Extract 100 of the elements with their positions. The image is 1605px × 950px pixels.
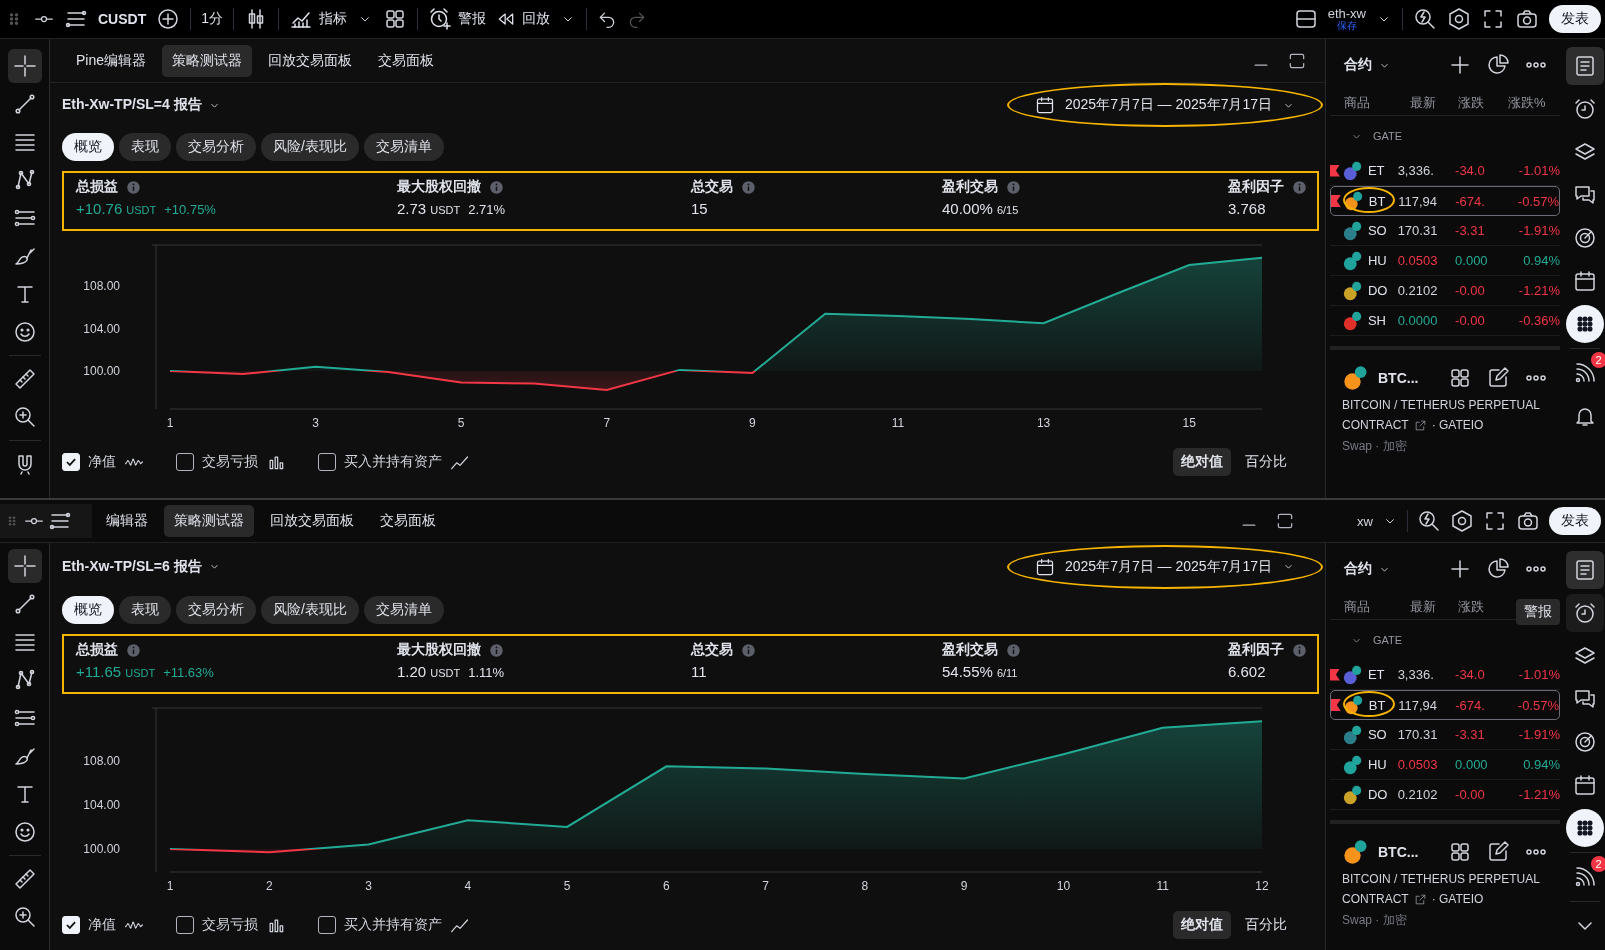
watchlist-button[interactable]	[1565, 551, 1604, 589]
layout-name-button[interactable]: eth-xw 保存	[1327, 6, 1366, 32]
replay-button[interactable]: 回放	[496, 9, 551, 29]
watchlist-button[interactable]	[1565, 47, 1604, 85]
quick-search-icon[interactable]	[1417, 509, 1441, 533]
report-tab[interactable]: 交易分析	[176, 133, 256, 161]
column-header[interactable]: 商品	[1344, 94, 1410, 112]
external-link-icon[interactable]	[1413, 418, 1427, 432]
watchlist-row[interactable]: HU 0.0503 0.000 0.94%	[1330, 246, 1560, 276]
signal-waves-button[interactable]: 2	[1565, 354, 1604, 392]
panel-tab[interactable]: 策略测试器	[162, 44, 253, 77]
camera-icon[interactable]	[1516, 509, 1540, 533]
external-link-icon[interactable]	[1413, 892, 1427, 906]
watchlist-row[interactable]: BT 117,94 -674. -0.57%	[1330, 186, 1560, 216]
report-title-button[interactable]: Eth-Xw-TP/SL=6 报告	[62, 557, 221, 576]
add-icon[interactable]	[1448, 557, 1472, 581]
publish-button[interactable]: 发表	[1549, 507, 1601, 535]
watchlist-row[interactable]: ET 3,336. -34.0 -1.01%	[1330, 660, 1560, 690]
column-header[interactable]: 最新	[1410, 94, 1458, 112]
watchlist-row[interactable]: DO 0.2102 -0.00 -1.21%	[1330, 780, 1560, 810]
apps-grid-button[interactable]	[1565, 809, 1604, 847]
watchlist-title-button[interactable]: 合约	[1344, 560, 1391, 578]
indicators-button[interactable]: 指标	[289, 7, 348, 31]
report-tab[interactable]: 风险/表现比	[261, 133, 359, 161]
apps-grid-button[interactable]	[1565, 305, 1604, 343]
report-tab[interactable]: 表现	[119, 596, 171, 624]
info-icon[interactable]	[126, 642, 141, 658]
report-tab[interactable]: 概览	[62, 596, 114, 624]
info-icon[interactable]	[1292, 179, 1307, 195]
crosshair-tool-button[interactable]	[7, 549, 42, 583]
date-range-button[interactable]: 2025年7月7日 — 2025年7月17日	[1035, 95, 1295, 115]
info-icon[interactable]	[741, 642, 756, 658]
layout-name-button[interactable]: xw	[1357, 513, 1373, 529]
watchlist-row[interactable]: SH 0.0000 -0.00 -0.36%	[1330, 306, 1560, 336]
report-tab[interactable]: 交易清单	[363, 133, 444, 161]
panel-tab[interactable]: 交易面板	[370, 505, 446, 537]
signal-waves-button[interactable]: 2	[1565, 858, 1604, 896]
info-icon[interactable]	[1006, 179, 1021, 195]
alert-button[interactable]: 警报	[428, 7, 487, 31]
grid-icon[interactable]	[1448, 366, 1472, 390]
report-tab[interactable]: 交易分析	[176, 596, 256, 624]
report-tab[interactable]: 概览	[62, 133, 114, 161]
watchlist-row[interactable]: BT 117,94 -674. -0.57%	[1330, 690, 1560, 720]
info-icon[interactable]	[1006, 642, 1021, 658]
report-tab[interactable]: 风险/表现比	[261, 596, 359, 624]
scale-toggle-button[interactable]: 绝对值	[1173, 911, 1231, 939]
date-range-button[interactable]: 2025年7月7日 — 2025年7月17日	[1035, 556, 1295, 577]
settings-icon[interactable]	[1450, 509, 1474, 533]
report-title-button[interactable]: Eth-Xw-TP/SL=4 报告	[62, 96, 221, 114]
panel-tab[interactable]: 编辑器	[96, 505, 158, 537]
watchlist-title-button[interactable]: 合约	[1344, 56, 1391, 74]
watchlist-row[interactable]: SO 170.31 -3.31 -1.91%	[1330, 720, 1560, 750]
layout-icon[interactable]	[1293, 7, 1318, 31]
add-icon[interactable]	[1448, 53, 1472, 77]
panel-tab[interactable]: Pine编辑器	[66, 44, 157, 77]
panel-tab[interactable]: 回放交易面板	[260, 505, 364, 537]
report-tab[interactable]: 表现	[119, 133, 171, 161]
scale-toggle-button[interactable]: 绝对值	[1173, 448, 1231, 476]
checkbox[interactable]	[176, 916, 194, 934]
interval-button[interactable]: 1分	[201, 10, 224, 28]
report-tab[interactable]: 交易清单	[363, 596, 444, 624]
watchlist-row[interactable]: HU 0.0503 0.000 0.94%	[1330, 750, 1560, 780]
edit-icon[interactable]	[1486, 840, 1510, 864]
pie-chart-icon[interactable]	[1486, 53, 1510, 77]
info-icon[interactable]	[741, 179, 756, 195]
publish-button[interactable]: 发表	[1549, 5, 1601, 33]
settings-icon[interactable]	[1447, 7, 1471, 31]
info-icon[interactable]	[489, 642, 504, 658]
fullscreen-icon[interactable]	[1481, 7, 1505, 31]
maximize-icon[interactable]	[1275, 511, 1295, 531]
column-header[interactable]: 涨跌%	[1508, 94, 1546, 112]
quick-search-icon[interactable]	[1413, 7, 1437, 31]
add-symbol-icon[interactable]	[156, 7, 181, 31]
panel-tab[interactable]: 策略测试器	[164, 505, 254, 537]
watchlist-row[interactable]: DO 0.2102 -0.00 -1.21%	[1330, 276, 1560, 306]
watchlist-row[interactable]: SO 170.31 -3.31 -1.91%	[1330, 216, 1560, 246]
column-header[interactable]: 商品	[1344, 598, 1410, 616]
info-icon[interactable]	[1292, 642, 1307, 658]
column-header[interactable]: 最新	[1410, 598, 1458, 616]
symbol-button[interactable]: CUSDT	[98, 11, 147, 27]
edit-icon[interactable]	[1486, 366, 1510, 390]
crosshair-tool-button[interactable]	[7, 49, 42, 83]
checkbox[interactable]	[318, 916, 336, 934]
column-header[interactable]: 涨跌	[1458, 94, 1508, 112]
scale-toggle-button[interactable]: 百分比	[1237, 448, 1295, 476]
group-name[interactable]: GATE	[1373, 634, 1403, 646]
fullscreen-icon[interactable]	[1483, 509, 1507, 533]
panel-tab[interactable]: 交易面板	[368, 44, 445, 77]
info-icon[interactable]	[489, 179, 504, 195]
pie-chart-icon[interactable]	[1486, 557, 1510, 581]
group-name[interactable]: GATE	[1373, 130, 1403, 142]
camera-icon[interactable]	[1515, 7, 1539, 31]
checkbox[interactable]	[176, 453, 194, 471]
grid-icon[interactable]	[1448, 840, 1472, 864]
info-icon[interactable]	[126, 179, 141, 195]
panel-tab[interactable]: 回放交易面板	[258, 44, 363, 77]
checkbox[interactable]	[318, 453, 336, 471]
watchlist-row[interactable]: ET 3,336. -34.0 -1.01%	[1330, 156, 1560, 186]
scale-toggle-button[interactable]: 百分比	[1237, 911, 1295, 939]
column-header[interactable]: 涨跌	[1458, 598, 1508, 616]
